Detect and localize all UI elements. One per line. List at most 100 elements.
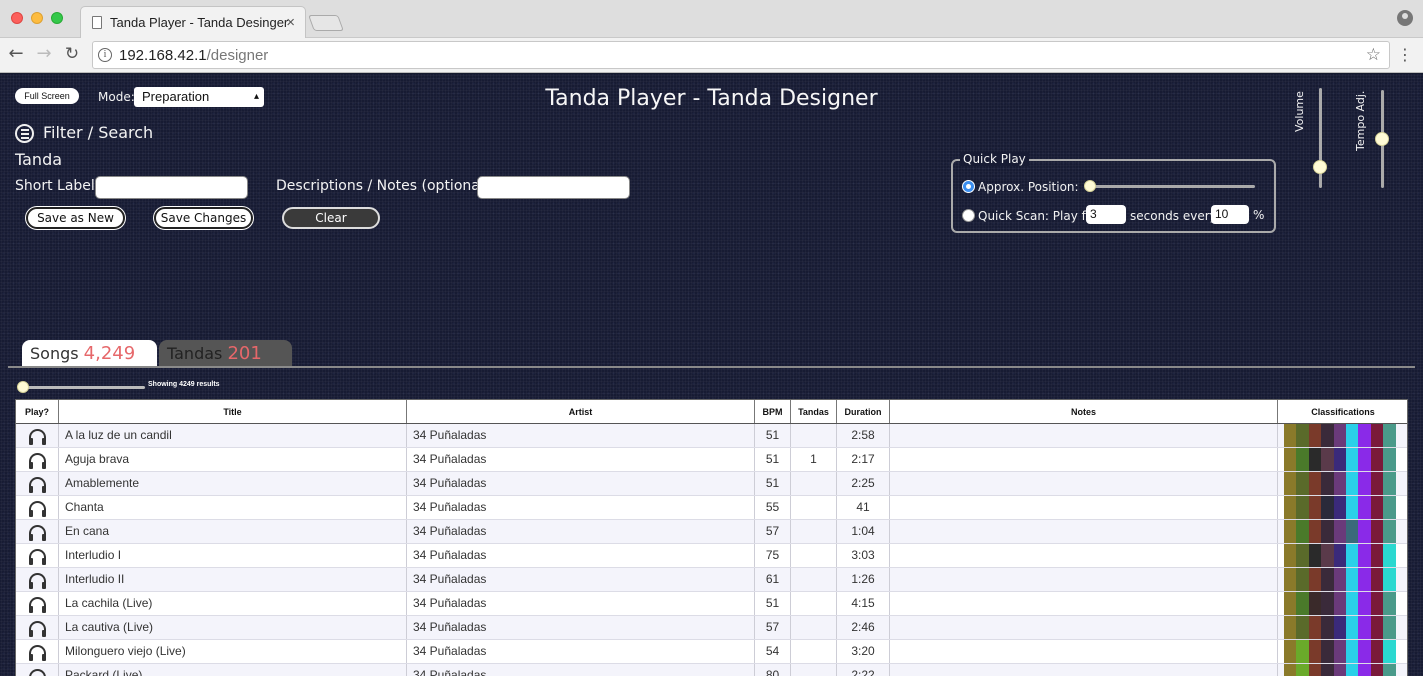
headphones-icon[interactable] bbox=[29, 597, 46, 613]
url-text[interactable]: 192.168.42.1/designer bbox=[119, 47, 268, 64]
play-cell[interactable] bbox=[16, 472, 59, 495]
classification-swatch bbox=[1321, 568, 1334, 591]
bpm-cell: 55 bbox=[755, 496, 791, 519]
classification-swatch bbox=[1284, 472, 1297, 495]
classification-swatch bbox=[1296, 616, 1309, 639]
classification-swatch bbox=[1358, 568, 1371, 591]
classification-swatch bbox=[1296, 520, 1309, 543]
headphones-icon[interactable] bbox=[29, 501, 46, 517]
headphones-icon[interactable] bbox=[29, 477, 46, 493]
artist-cell: 34 Puñaladas bbox=[407, 472, 755, 495]
notes-cell bbox=[890, 640, 1278, 663]
back-icon[interactable]: ← bbox=[5, 43, 27, 65]
headphones-icon[interactable] bbox=[29, 525, 46, 541]
play-cell[interactable] bbox=[16, 448, 59, 471]
play-cell[interactable] bbox=[16, 664, 59, 676]
classification-swatch bbox=[1370, 544, 1384, 567]
classification-swatch bbox=[1308, 424, 1322, 447]
browser-tab[interactable]: Tanda Player - Tanda Desinger × bbox=[80, 6, 306, 38]
profile-icon[interactable] bbox=[1397, 10, 1413, 26]
artist-cell: 34 Puñaladas bbox=[407, 520, 755, 543]
table-row[interactable]: La cautiva (Live) 34 Puñaladas 57 2:46 bbox=[16, 616, 1407, 640]
browser-menu-icon[interactable]: ⋮ bbox=[1397, 45, 1413, 64]
table-row[interactable]: La cachila (Live) 34 Puñaladas 51 4:15 bbox=[16, 592, 1407, 616]
classification-swatches bbox=[1284, 472, 1407, 495]
filter-search-label: Filter / Search bbox=[43, 123, 154, 142]
classification-swatch bbox=[1383, 568, 1396, 591]
title-cell: Aguja brava bbox=[59, 448, 407, 471]
column-header-title[interactable]: Title bbox=[59, 400, 407, 423]
play-cell[interactable] bbox=[16, 568, 59, 591]
minimize-window-button[interactable] bbox=[31, 12, 43, 24]
table-row[interactable]: Amablemente 34 Puñaladas 51 2:25 bbox=[16, 472, 1407, 496]
headphones-icon[interactable] bbox=[29, 573, 46, 589]
classification-swatch bbox=[1308, 640, 1322, 663]
headphones-icon[interactable] bbox=[29, 645, 46, 661]
site-info-icon[interactable]: i bbox=[98, 48, 112, 62]
approx-position-radio[interactable] bbox=[962, 180, 975, 193]
tab-tandas[interactable]: Tandas 201 bbox=[159, 340, 292, 367]
title-cell: La cautiva (Live) bbox=[59, 616, 407, 639]
classification-swatch bbox=[1333, 472, 1346, 495]
save-as-new-button[interactable]: Save as New bbox=[26, 207, 125, 229]
column-header-artist[interactable]: Artist bbox=[407, 400, 755, 423]
clear-button[interactable]: Clear bbox=[282, 207, 380, 229]
short-label-input[interactable] bbox=[95, 176, 248, 199]
table-row[interactable]: En cana 34 Puñaladas 57 1:04 bbox=[16, 520, 1407, 544]
headphones-icon[interactable] bbox=[29, 621, 46, 637]
classification-swatches bbox=[1284, 424, 1407, 447]
headphones-icon[interactable] bbox=[29, 549, 46, 565]
bpm-cell: 51 bbox=[755, 472, 791, 495]
play-cell[interactable] bbox=[16, 520, 59, 543]
classification-swatch bbox=[1345, 520, 1359, 543]
scan-percent-input[interactable]: 10 bbox=[1211, 205, 1249, 224]
description-input[interactable] bbox=[477, 176, 630, 199]
headphones-icon[interactable] bbox=[29, 453, 46, 469]
notes-cell bbox=[890, 496, 1278, 519]
address-bar[interactable]: i 192.168.42.1/designer ☆ bbox=[92, 41, 1390, 69]
duration-cell: 4:15 bbox=[837, 592, 890, 615]
column-header-tandas[interactable]: Tandas bbox=[791, 400, 837, 423]
play-cell[interactable] bbox=[16, 616, 59, 639]
table-row[interactable]: Packard (Live) 34 Puñaladas 80 2:22 bbox=[16, 664, 1407, 676]
results-slider[interactable] bbox=[21, 386, 145, 389]
bookmark-star-icon[interactable]: ☆ bbox=[1366, 45, 1381, 65]
column-header-notes[interactable]: Notes bbox=[890, 400, 1278, 423]
tab-close-icon[interactable]: × bbox=[286, 14, 295, 31]
approx-position-thumb[interactable] bbox=[1084, 180, 1096, 192]
quick-scan-radio[interactable] bbox=[962, 209, 975, 222]
tempo-thumb[interactable] bbox=[1375, 132, 1389, 146]
play-cell[interactable] bbox=[16, 592, 59, 615]
classification-swatch bbox=[1358, 520, 1371, 543]
save-changes-button[interactable]: Save Changes bbox=[154, 207, 253, 229]
volume-thumb[interactable] bbox=[1313, 160, 1327, 174]
bpm-cell: 57 bbox=[755, 520, 791, 543]
play-cell[interactable] bbox=[16, 496, 59, 519]
table-row[interactable]: Milonguero viejo (Live) 34 Puñaladas 54 3:2… bbox=[16, 640, 1407, 664]
table-row[interactable]: A la luz de un candil 34 Puñaladas 51 2:58 bbox=[16, 424, 1407, 448]
results-slider-thumb[interactable] bbox=[17, 381, 29, 393]
headphones-icon[interactable] bbox=[29, 669, 46, 676]
approx-position-slider[interactable] bbox=[1087, 185, 1255, 188]
classification-swatch bbox=[1308, 472, 1322, 495]
new-tab-button[interactable] bbox=[308, 15, 344, 31]
table-row[interactable]: Aguja brava 34 Puñaladas 51 1 2:17 bbox=[16, 448, 1407, 472]
classification-swatch bbox=[1370, 568, 1384, 591]
play-cell[interactable] bbox=[16, 640, 59, 663]
reload-icon[interactable]: ↻ bbox=[61, 43, 83, 65]
column-header-classifications[interactable]: Classifications bbox=[1278, 400, 1407, 423]
column-header-play[interactable]: Play? bbox=[16, 400, 59, 423]
headphones-icon[interactable] bbox=[29, 429, 46, 445]
play-cell[interactable] bbox=[16, 544, 59, 567]
tab-songs[interactable]: Songs 4,249 bbox=[22, 340, 157, 367]
forward-icon[interactable]: → bbox=[33, 43, 55, 65]
table-row[interactable]: Interludio I 34 Puñaladas 75 3:03 bbox=[16, 544, 1407, 568]
column-header-bpm[interactable]: BPM bbox=[755, 400, 791, 423]
scan-seconds-input[interactable]: 3 bbox=[1086, 205, 1126, 224]
column-header-duration[interactable]: Duration bbox=[837, 400, 890, 423]
play-cell[interactable] bbox=[16, 424, 59, 447]
zoom-window-button[interactable] bbox=[51, 12, 63, 24]
table-row[interactable]: Interludio II 34 Puñaladas 61 1:26 bbox=[16, 568, 1407, 592]
close-window-button[interactable] bbox=[11, 12, 23, 24]
table-row[interactable]: Chanta 34 Puñaladas 55 41 bbox=[16, 496, 1407, 520]
